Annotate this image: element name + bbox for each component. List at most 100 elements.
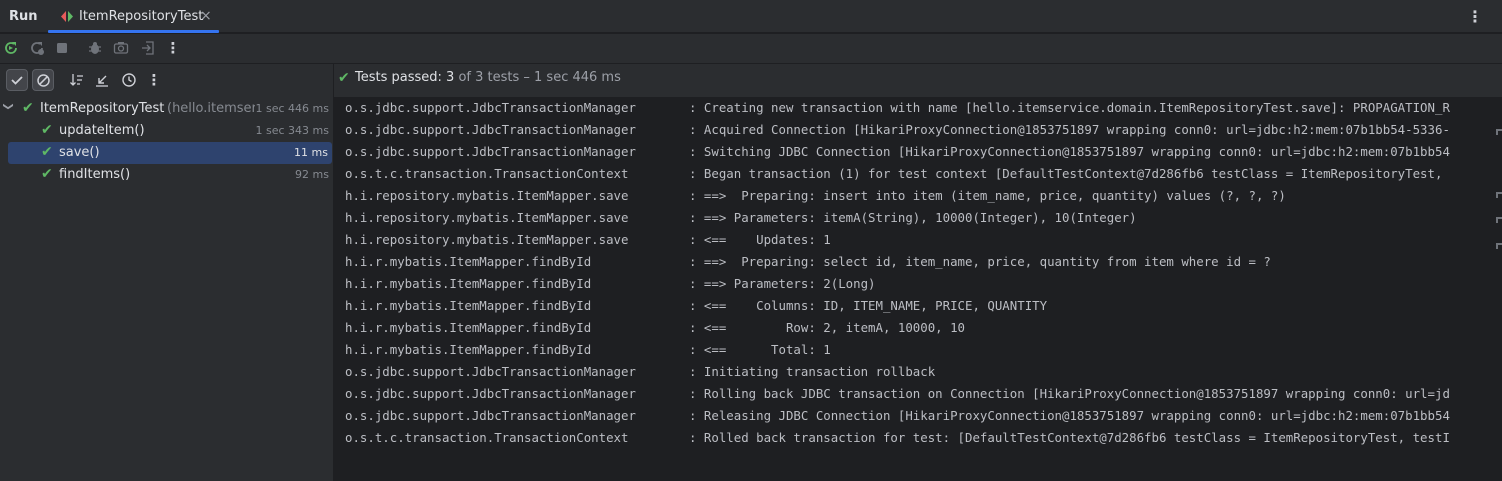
log-logger: o.s.t.c.transaction.TransactionContext <box>345 430 629 445</box>
show-ignored-toggle[interactable] <box>32 69 54 91</box>
log-line: o.s.jdbc.support.JdbcTransactionManager:… <box>345 141 1450 163</box>
test-method-name: findItems() <box>59 167 131 182</box>
log-logger: o.s.jdbc.support.JdbcTransactionManager <box>345 122 636 137</box>
log-logger: h.i.r.mybatis.ItemMapper.findById <box>345 320 592 335</box>
tree-node-update-item[interactable]: ✔ updateItem() 1 sec 343 ms <box>0 120 333 142</box>
log-message: : Creating new transaction with name [he… <box>689 100 1450 115</box>
stop-icon[interactable] <box>53 39 71 57</box>
rerun-failed-icon[interactable] <box>28 39 46 57</box>
log-message: : ==> Preparing: insert into item (item_… <box>689 188 1286 203</box>
log-logger: o.s.jdbc.support.JdbcTransactionManager <box>345 364 636 379</box>
test-method-name: updateItem() <box>59 123 145 138</box>
log-message: : <== Total: 1 <box>689 342 831 357</box>
test-status-header: ✔ Tests passed: 3 of 3 tests – 1 sec 446… <box>334 64 1502 97</box>
log-logger: o.s.jdbc.support.JdbcTransactionManager <box>345 144 636 159</box>
tab-title: ItemRepositoryTest <box>79 9 204 24</box>
tree-node-item-repository-test[interactable]: ❯ ✔ ItemRepositoryTest (hello.itemser 1 … <box>0 98 333 120</box>
log-line: h.i.repository.mybatis.ItemMapper.save: … <box>345 229 831 251</box>
show-passed-toggle[interactable] <box>6 69 28 91</box>
status-suffix: of 3 tests – 1 sec 446 ms <box>454 70 621 85</box>
run-toolbar: ⋮ <box>0 34 1502 63</box>
log-line: o.s.t.c.transaction.TransactionContext : … <box>345 163 1450 185</box>
test-tree-toolbar: ⋮ <box>0 64 333 97</box>
clear-icon[interactable] <box>1496 243 1502 249</box>
passed-check-icon: ✔ <box>41 122 53 138</box>
log-message: : Began transaction (1) for test context… <box>689 166 1450 181</box>
log-logger: o.s.jdbc.support.JdbcTransactionManager <box>345 100 636 115</box>
rerun-icon[interactable] <box>2 39 20 57</box>
console-output[interactable]: o.s.jdbc.support.JdbcTransactionManager:… <box>334 97 1494 481</box>
log-logger: h.i.r.mybatis.ItemMapper.findById <box>345 276 592 291</box>
active-tab-underline <box>48 30 219 33</box>
scroll-to-end-icon[interactable] <box>1496 192 1502 198</box>
log-line: h.i.r.mybatis.ItemMapper.findById: ==> P… <box>345 251 1271 273</box>
debug-icon[interactable] <box>86 39 104 57</box>
test-class-name: ItemRepositoryTest <box>40 101 165 116</box>
passed-check-icon: ✔ <box>338 70 350 86</box>
sort-button[interactable] <box>66 69 88 91</box>
log-message: : Switching JDBC Connection [HikariProxy… <box>689 144 1450 159</box>
log-logger: h.i.repository.mybatis.ItemMapper.save <box>345 210 629 225</box>
log-message: : Acquired Connection [HikariProxyConnec… <box>689 122 1450 137</box>
collapse-button[interactable] <box>91 69 113 91</box>
exit-icon[interactable] <box>139 39 157 57</box>
log-line: h.i.repository.mybatis.ItemMapper.save : … <box>345 185 1286 207</box>
test-duration: 11 ms <box>294 146 328 159</box>
passed-check-icon: ✔ <box>41 166 53 182</box>
log-message: : Rolled back transaction for test: [Def… <box>689 430 1450 445</box>
screenshot-icon[interactable] <box>112 39 130 57</box>
test-duration: 92 ms <box>295 168 329 181</box>
log-line: o.s.jdbc.support.JdbcTransactionManager:… <box>345 405 1450 427</box>
tree-node-save[interactable]: ✔ save() 11 ms <box>8 142 332 164</box>
log-logger: o.s.jdbc.support.JdbcTransactionManager <box>345 386 636 401</box>
sort-icon <box>70 74 83 86</box>
ignored-icon <box>36 73 50 87</box>
test-tree: ❯ ✔ ItemRepositoryTest (hello.itemser 1 … <box>0 97 333 481</box>
log-line: h.i.r.mybatis.ItemMapper.findById : ==> P… <box>345 273 876 295</box>
history-icon <box>122 73 136 87</box>
test-duration: 1 sec 446 ms <box>255 102 329 115</box>
log-message: : Rolling back JDBC transaction on Conne… <box>689 386 1450 401</box>
log-message: : <== Columns: ID, ITEM_NAME, PRICE, QUA… <box>689 298 1048 313</box>
log-logger: h.i.repository.mybatis.ItemMapper.save <box>345 188 629 203</box>
more-options-icon[interactable]: ⋮ <box>1467 7 1483 26</box>
log-logger: o.s.jdbc.support.JdbcTransactionManager <box>345 408 636 423</box>
passed-check-icon: ✔ <box>41 144 53 160</box>
run-title: Run <box>9 9 38 24</box>
test-class-icon <box>61 11 73 22</box>
log-message: : Releasing JDBC Connection [HikariProxy… <box>689 408 1450 423</box>
log-line: o.s.jdbc.support.JdbcTransactionManager:… <box>345 97 1450 119</box>
console-side-gutter[interactable] <box>1494 97 1502 481</box>
history-button[interactable] <box>118 69 140 91</box>
log-line: o.s.jdbc.support.JdbcTransactionManager:… <box>345 119 1450 141</box>
test-package: (hello.itemser <box>167 101 255 116</box>
soft-wrap-icon[interactable] <box>1496 129 1502 135</box>
log-logger: h.i.r.mybatis.ItemMapper.findById <box>345 254 592 269</box>
tab-item-repository-test[interactable]: ItemRepositoryTest × <box>48 0 219 33</box>
log-logger: o.s.t.c.transaction.TransactionContext <box>345 166 629 181</box>
test-duration: 1 sec 343 ms <box>255 124 329 137</box>
log-logger: h.i.r.mybatis.ItemMapper.findById <box>345 298 592 313</box>
check-icon <box>11 76 23 85</box>
log-line: h.i.r.mybatis.ItemMapper.findById : <== C… <box>345 295 1047 317</box>
test-method-name: save() <box>59 145 100 160</box>
log-line: h.i.r.mybatis.ItemMapper.findById : <== R… <box>345 317 965 339</box>
log-message: : ==> Parameters: 2(Long) <box>689 276 876 291</box>
tree-node-find-items[interactable]: ✔ findItems() 92 ms <box>0 164 333 186</box>
kebab-glyph: ⋮ <box>146 71 162 89</box>
log-logger: h.i.r.mybatis.ItemMapper.findById <box>345 342 592 357</box>
log-line: o.s.t.c.transaction.TransactionContext : … <box>345 427 1450 449</box>
log-message: : <== Row: 2, itemA, 10000, 10 <box>689 320 966 335</box>
log-line: h.i.r.mybatis.ItemMapper.findById : <== T… <box>345 339 831 361</box>
log-message: : <== Updates: 1 <box>689 232 831 247</box>
log-line: h.i.repository.mybatis.ItemMapper.save : … <box>345 207 1137 229</box>
chevron-down-icon[interactable]: ❯ <box>3 102 14 110</box>
run-tool-window-header: Run ItemRepositoryTest × ⋮ <box>0 0 1502 33</box>
more-options-icon[interactable]: ⋮ <box>164 39 182 57</box>
close-tab-icon[interactable]: × <box>200 8 212 24</box>
print-icon[interactable] <box>1496 217 1502 223</box>
more-options-icon[interactable]: ⋮ <box>143 69 165 91</box>
log-message: : ==> Parameters: itemA(String), 10000(I… <box>689 210 1137 225</box>
collapse-icon <box>96 75 108 87</box>
log-line: o.s.jdbc.support.JdbcTransactionManager:… <box>345 383 1450 405</box>
